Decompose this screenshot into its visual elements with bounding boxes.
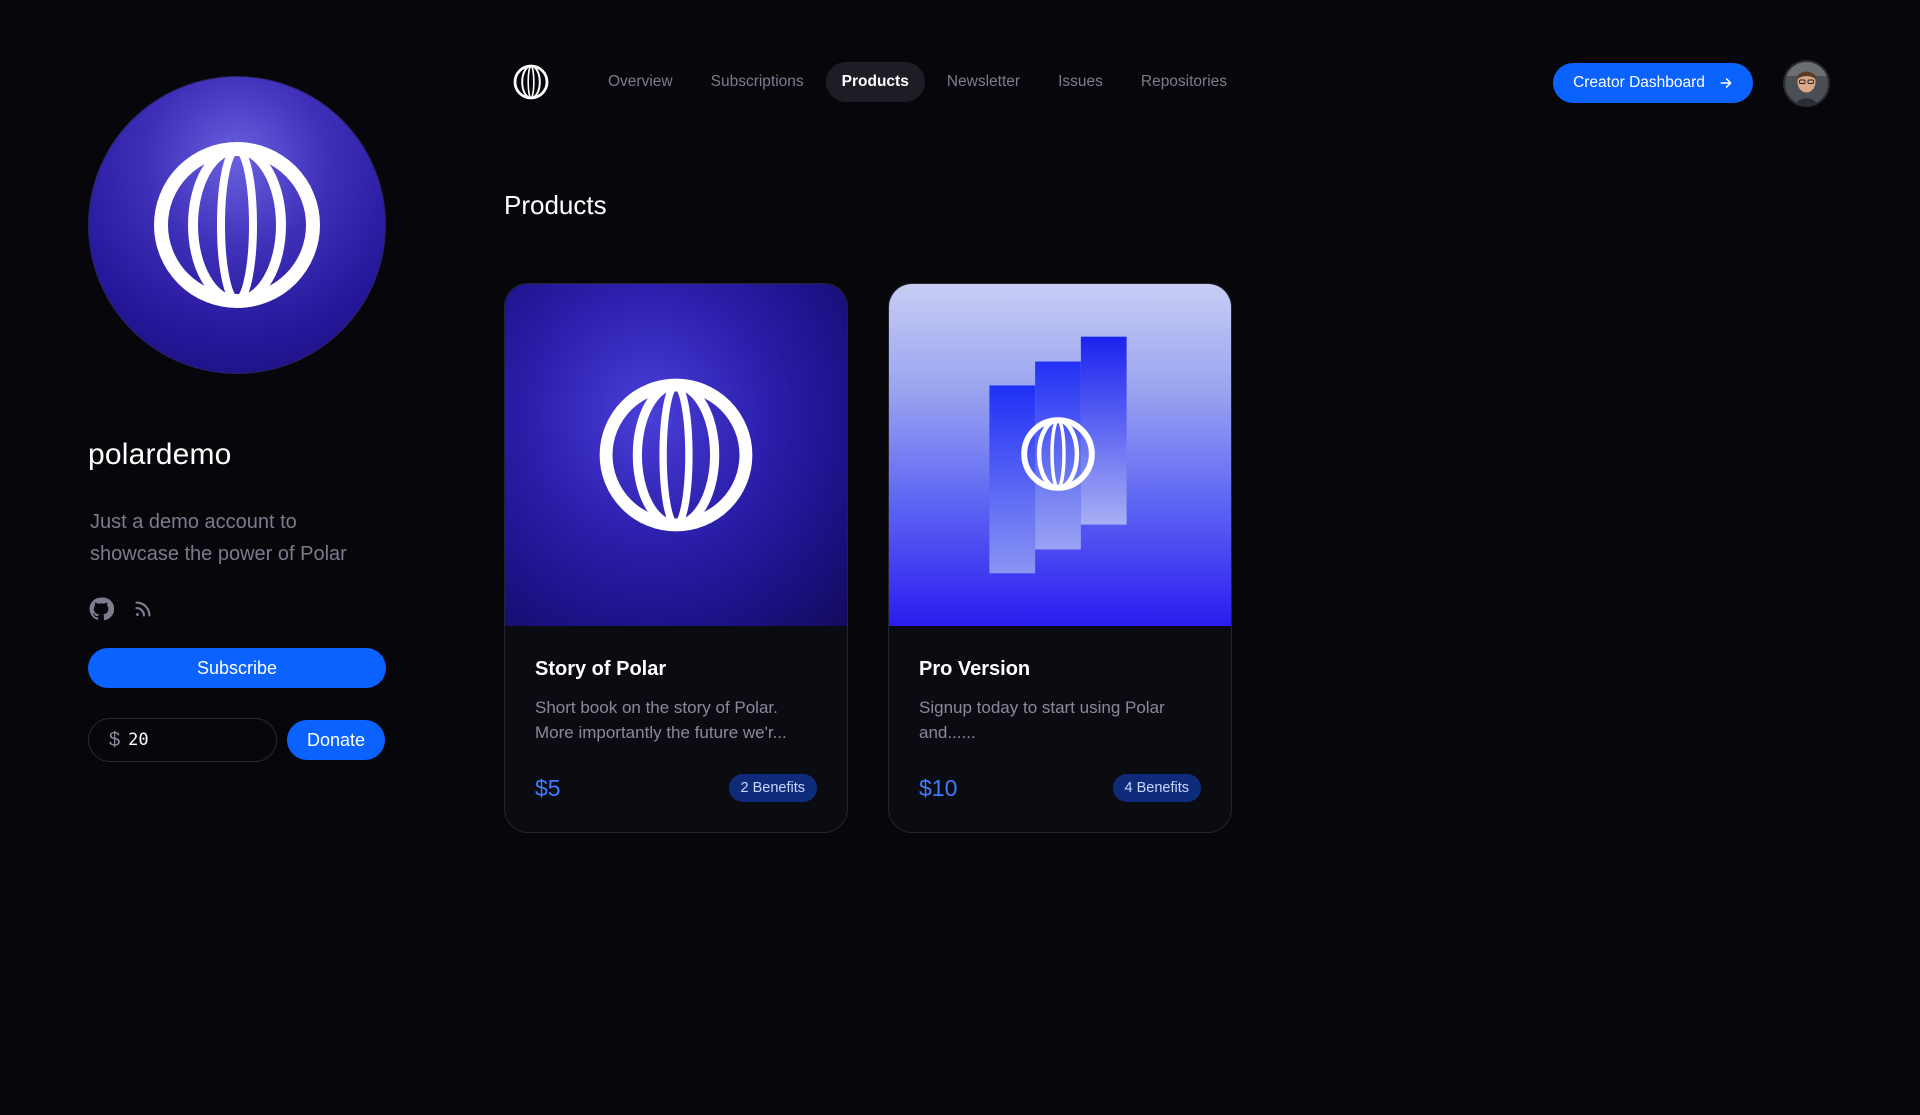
page: polardemo Just a demo account to showcas…	[0, 0, 1920, 1115]
polar-logo-icon	[599, 378, 753, 532]
product-image	[505, 284, 847, 626]
polar-logo-icon[interactable]	[510, 61, 552, 103]
page-title: Products	[504, 190, 607, 220]
profile-name: polardemo	[88, 438, 232, 471]
benefits-badge: 4 Benefits	[1112, 774, 1201, 802]
creator-dashboard-button[interactable]: Creator Dashboard	[1553, 63, 1753, 103]
profile-sidebar: polardemo Just a demo account to showcas…	[88, 76, 386, 762]
rss-icon[interactable]	[130, 596, 156, 622]
tab-products[interactable]: Products	[825, 62, 925, 102]
product-price: $10	[919, 774, 958, 801]
product-card[interactable]: Pro Version Signup today to start using …	[888, 283, 1232, 833]
product-description: Short book on the story of Polar. More i…	[535, 698, 787, 742]
profile-bio: Just a demo account to showcase the powe…	[90, 511, 347, 565]
currency-symbol: $	[109, 728, 121, 751]
product-title: Story of Polar	[535, 658, 667, 680]
nav-tabs: Overview Subscriptions Products Newslett…	[592, 62, 1243, 102]
bar-graph-logo-icon	[989, 336, 1127, 574]
product-title: Pro Version	[919, 658, 1031, 680]
subscribe-button[interactable]: Subscribe	[88, 648, 386, 688]
benefits-badge: 2 Benefits	[728, 774, 817, 802]
polar-logo-icon	[154, 142, 320, 308]
profile-avatar	[88, 76, 386, 374]
product-card-body: Story of Polar Short book on the story o…	[505, 626, 847, 745]
creator-dashboard-label: Creator Dashboard	[1573, 74, 1705, 91]
donate-button[interactable]: Donate	[287, 720, 385, 760]
product-description: Signup today to start using Polar and...…	[919, 698, 1165, 742]
donation-amount-input[interactable]: $ 20	[88, 718, 277, 762]
product-card-body: Pro Version Signup today to start using …	[889, 626, 1231, 745]
tab-repositories[interactable]: Repositories	[1125, 62, 1243, 102]
product-price: $5	[535, 774, 561, 801]
donate-row: $ 20 Donate	[88, 718, 386, 762]
tab-overview[interactable]: Overview	[592, 62, 689, 102]
product-image	[889, 284, 1231, 626]
product-card[interactable]: Story of Polar Short book on the story o…	[504, 283, 848, 833]
tab-issues[interactable]: Issues	[1042, 62, 1119, 102]
donation-amount-value[interactable]: 20	[128, 730, 148, 750]
user-photo-icon	[1785, 62, 1828, 105]
arrow-right-icon	[1720, 78, 1732, 88]
tab-newsletter[interactable]: Newsletter	[931, 62, 1036, 102]
tab-subscriptions[interactable]: Subscriptions	[695, 62, 820, 102]
product-footer: $5 2 Benefits	[535, 774, 817, 802]
product-footer: $10 4 Benefits	[919, 774, 1201, 802]
product-list: Story of Polar Short book on the story o…	[504, 283, 1232, 833]
user-avatar[interactable]	[1783, 60, 1830, 107]
social-links	[88, 596, 386, 622]
github-icon[interactable]	[88, 596, 114, 622]
top-nav: Overview Subscriptions Products Newslett…	[510, 62, 1243, 102]
